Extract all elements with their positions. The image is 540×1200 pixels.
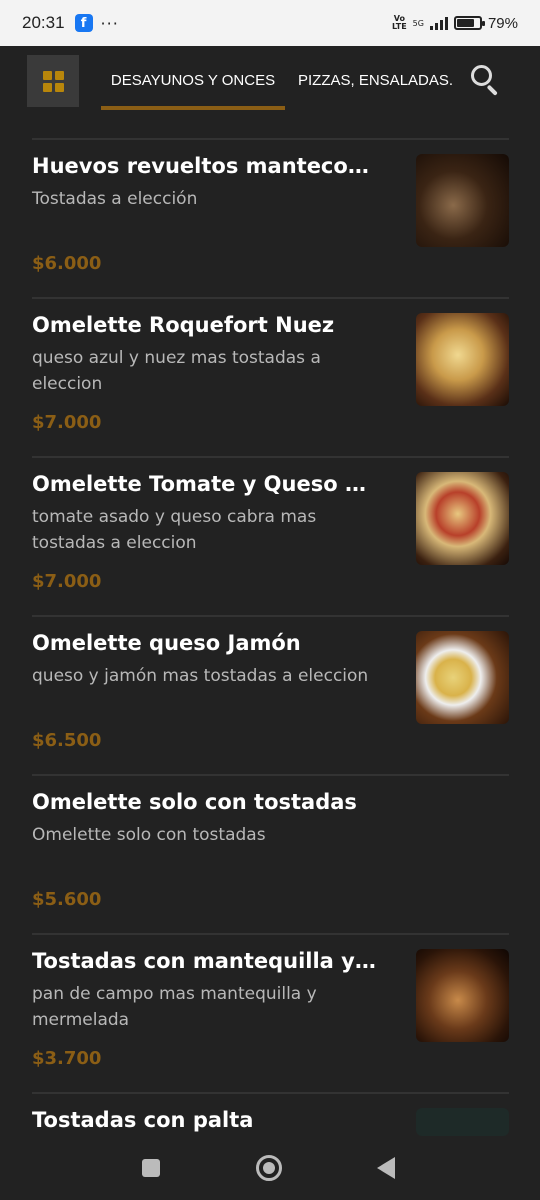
item-description: queso azul y nuez mas tostadas a eleccio… bbox=[32, 348, 321, 394]
item-name: Omelette Roquefort Nuez bbox=[32, 313, 335, 337]
item-price: $7.000 bbox=[32, 412, 102, 433]
list-item[interactable]: Omelette Tomate y Queso d... tomate asad… bbox=[32, 456, 509, 615]
status-indicators: Vo LTE 5G 79% bbox=[392, 15, 518, 32]
item-name: Huevos revueltos mantecos... bbox=[32, 154, 377, 178]
list-item[interactable]: Tostadas con palta bbox=[32, 1092, 509, 1137]
battery-icon bbox=[453, 16, 485, 30]
status-bar: 20:31 f ··· Vo LTE 5G 79% bbox=[0, 0, 540, 46]
item-description: Omelette solo con tostadas bbox=[32, 825, 266, 845]
list-item[interactable]: Huevos revueltos mantecos... Tostadas a … bbox=[32, 138, 509, 297]
item-price: $7.000 bbox=[32, 571, 102, 592]
more-notifications-icon: ··· bbox=[100, 13, 119, 33]
item-description: pan de campo mas mantequilla y mermelada bbox=[32, 984, 317, 1030]
item-name: Omelette queso Jamón bbox=[32, 631, 301, 655]
active-tab-indicator bbox=[101, 106, 285, 110]
facebook-icon: f bbox=[74, 14, 93, 32]
network-type: 5G bbox=[412, 18, 424, 28]
item-price: $6.500 bbox=[32, 730, 102, 751]
battery-percent: 79% bbox=[487, 14, 518, 32]
search-icon[interactable] bbox=[471, 65, 501, 96]
item-name: Tostadas con palta bbox=[32, 1108, 254, 1132]
item-name: Tostadas con mantequilla y ... bbox=[32, 949, 377, 973]
item-description: tomate asado y queso cabra mas tostadas … bbox=[32, 507, 317, 553]
item-photo bbox=[416, 1108, 509, 1136]
item-price: $3.700 bbox=[32, 1048, 102, 1069]
status-time: 20:31 bbox=[22, 13, 65, 32]
list-item[interactable]: Omelette queso Jamón queso y jamón mas t… bbox=[32, 615, 509, 774]
system-nav-bar bbox=[0, 1137, 540, 1200]
volte-indicator: Vo LTE bbox=[391, 14, 407, 31]
item-name: Omelette Tomate y Queso d... bbox=[32, 472, 377, 496]
item-photo bbox=[416, 949, 509, 1042]
recents-square-icon[interactable] bbox=[142, 1159, 160, 1177]
item-description: queso y jamón mas tostadas a eleccion bbox=[32, 666, 369, 686]
item-name: Omelette solo con tostadas bbox=[32, 790, 357, 814]
item-price: $6.000 bbox=[32, 253, 102, 274]
grid-menu-icon[interactable] bbox=[27, 55, 79, 107]
signal-icon bbox=[429, 16, 448, 30]
item-photo bbox=[416, 313, 509, 406]
category-nav: DESAYUNOS Y ONCES PIZZAS, ENSALADAS. bbox=[0, 46, 540, 138]
list-item[interactable]: Tostadas con mantequilla y ... pan de ca… bbox=[32, 933, 509, 1092]
item-photo bbox=[416, 472, 509, 565]
tab-desayunos-y-onces[interactable]: DESAYUNOS Y ONCES bbox=[101, 72, 285, 89]
back-triangle-icon[interactable] bbox=[377, 1157, 395, 1179]
item-photo bbox=[416, 631, 509, 724]
item-price: $5.600 bbox=[32, 889, 102, 910]
menu-list: Huevos revueltos mantecos... Tostadas a … bbox=[32, 138, 509, 1137]
home-circle-icon[interactable] bbox=[256, 1155, 282, 1181]
list-item[interactable]: Omelette solo con tostadas Omelette solo… bbox=[32, 774, 509, 933]
item-photo bbox=[416, 154, 509, 247]
item-description: Tostadas a elección bbox=[32, 189, 198, 209]
list-item[interactable]: Omelette Roquefort Nuez queso azul y nue… bbox=[32, 297, 509, 456]
tab-pizzas-ensaladas[interactable]: PIZZAS, ENSALADAS. bbox=[298, 72, 453, 89]
